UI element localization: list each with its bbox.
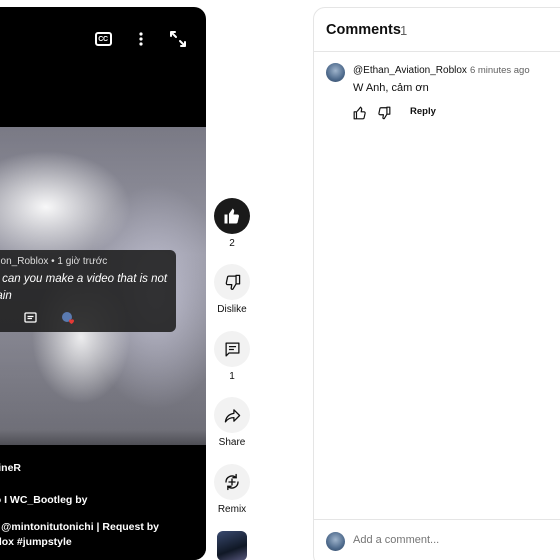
fullscreen-button[interactable]	[166, 27, 190, 51]
comment-author[interactable]: @Ethan_Aviation_Roblox	[353, 65, 467, 76]
overlay-comment-text-2: gain	[0, 290, 12, 302]
share-button[interactable]	[214, 397, 250, 433]
add-comment-input[interactable]	[353, 534, 560, 546]
comment-dislike-icon[interactable]	[377, 106, 391, 120]
share-action: Share	[213, 397, 251, 448]
channel-name[interactable]: mlineR	[0, 462, 21, 474]
comments-count: 1	[400, 23, 408, 38]
remix-button[interactable]	[214, 464, 250, 500]
add-comment-bar	[314, 519, 560, 560]
comment-meta: @Ethan_Aviation_Roblox 6 minutes ago	[353, 65, 530, 76]
like-action: 2	[213, 198, 251, 249]
dislike-button[interactable]	[214, 264, 250, 300]
creator-heart-icon	[62, 312, 74, 324]
comments-button[interactable]	[214, 331, 250, 367]
like-button[interactable]	[214, 198, 250, 234]
comments-panel: Comments 1 @Ethan_Aviation_Roblox 6 minut…	[313, 7, 560, 560]
comments-action: 1	[213, 331, 251, 382]
shorts-player[interactable]: CC ation_Roblox • 1 giờ trước it, can yo…	[0, 7, 206, 560]
video-description-line-3: oblox #jumpstyle	[0, 536, 72, 548]
overlay-comment-author: ation_Roblox • 1 giờ trước	[0, 256, 108, 267]
comment-time[interactable]: 6 minutes ago	[470, 65, 530, 76]
remix-icon	[225, 473, 239, 491]
more-options-button[interactable]	[129, 27, 153, 51]
comments-header: Comments 1	[314, 8, 560, 52]
remix-action: Remix	[213, 464, 251, 515]
reply-button[interactable]: Reply	[410, 106, 436, 117]
thumbs-down-icon	[225, 274, 240, 290]
comment-count: 1	[229, 371, 235, 382]
comment-icon[interactable]	[24, 312, 37, 325]
overlay-comment-actions	[0, 311, 176, 327]
thumbs-up-filled-icon	[224, 208, 239, 224]
overlay-comment-text-1: it, can you make a video that is not	[0, 273, 168, 285]
fullscreen-icon	[170, 31, 186, 47]
captions-button[interactable]: CC	[91, 27, 115, 51]
video-description-line-2: by @mintonitutonichi | Request by	[0, 521, 160, 533]
comments-title: Comments	[326, 22, 401, 38]
dislike-action: Dislike	[213, 264, 251, 315]
comment-icon	[224, 341, 240, 357]
shorts-page: CC ation_Roblox • 1 giờ trước it, can yo…	[0, 0, 560, 560]
share-icon	[224, 408, 240, 423]
pinned-comment-overlay[interactable]: ation_Roblox • 1 giờ trước it, can you m…	[0, 250, 176, 332]
dislike-label: Dislike	[217, 304, 247, 315]
share-label: Share	[218, 437, 246, 448]
like-count: 2	[229, 238, 235, 249]
comment-text: W Anh, cảm ơn	[353, 82, 429, 94]
remix-label: Remix	[217, 504, 247, 515]
avatar[interactable]	[326, 63, 345, 82]
avatar	[326, 532, 345, 551]
cc-icon: CC	[94, 32, 112, 46]
video-description-line-1: leo I WC_Bootleg by	[0, 494, 88, 506]
more-vert-icon	[139, 32, 143, 46]
sound-thumbnail[interactable]	[217, 531, 247, 560]
comment-like-icon[interactable]	[353, 106, 367, 120]
